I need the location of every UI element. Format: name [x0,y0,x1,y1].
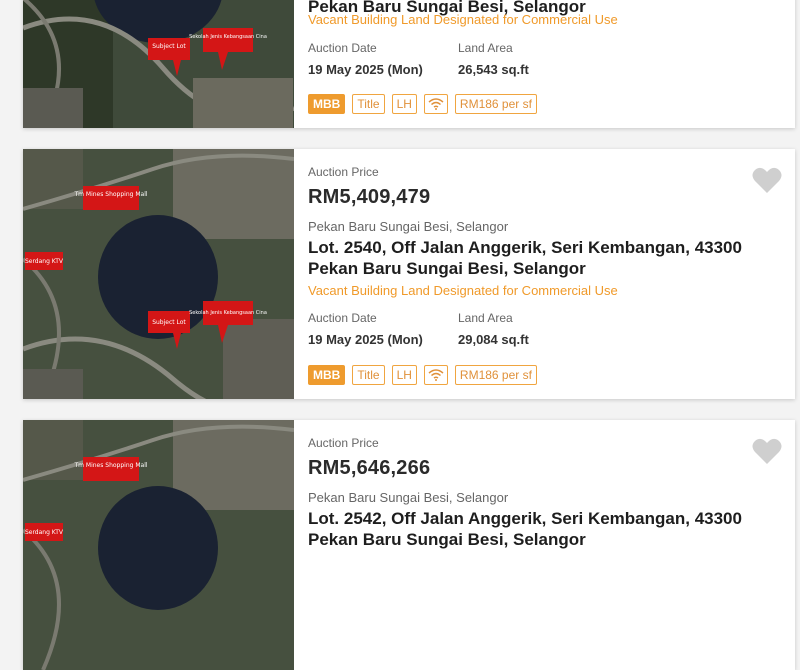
auction-date-label: Auction Date [308,41,377,55]
wifi-icon [423,365,448,385]
listing-tags: MBB Title LH RM186 per sf [308,94,537,114]
satellite-map-image: Tm Mines Shopping Mall Serdang KTV Subje… [23,149,294,399]
listing-card[interactable]: Tm Mines Shopping Mall Serdang KTV Subje… [23,149,795,399]
listing-location: Pekan Baru Sungai Besi, Selangor [308,219,509,234]
auction-price-label: Auction Price [308,436,379,450]
listing-card[interactable]: Subject Lot Sekolah Jenis Kebangsaan Cin… [23,0,795,128]
heart-icon[interactable] [752,166,782,194]
map-label-school: Sekolah Jenis Kebangsaan Cina [189,34,267,40]
land-area-value: 29,084 sq.ft [458,332,529,347]
listing-title[interactable]: Lot. 2540, Off Jalan Anggerik, Seri Kemb… [308,237,778,279]
listing-thumbnail[interactable]: Tm Mines Shopping Mall Serdang KTV Subje… [23,149,294,399]
listing-thumbnail[interactable]: Subject Lot Sekolah Jenis Kebangsaan Cin… [23,0,294,128]
auction-price: RM5,409,479 [308,186,431,208]
satellite-map-image: Tm Mines Shopping Mall Serdang KTV [23,420,294,670]
auction-date-value: 19 May 2025 (Mon) [308,332,423,347]
listing-category: Vacant Building Land Designated for Comm… [308,12,618,27]
bank-tag: MBB [308,365,346,385]
listing-tags: MBB Title LH RM186 per sf [308,365,537,385]
map-label-mall: Tm Mines Shopping Mall [73,462,147,469]
listing-title[interactable]: Lot. 2542, Off Jalan Anggerik, Seri Kemb… [308,508,778,550]
auction-price: RM5,646,266 [308,457,431,479]
heart-icon[interactable] [752,437,782,465]
tenure-tag: LH [391,94,417,114]
map-label-ktv: Serdang KTV [25,258,64,265]
title-tag: Title [352,94,385,114]
listing-category: Vacant Building Land Designated for Comm… [308,283,618,298]
land-area-label: Land Area [458,311,513,325]
map-label-subject: Subject Lot [152,319,186,326]
land-area-value: 26,543 sq.ft [458,62,529,77]
satellite-map-image: Subject Lot Sekolah Jenis Kebangsaan Cin… [23,0,294,128]
wifi-icon [423,94,448,114]
auction-date-value: 19 May 2025 (Mon) [308,62,423,77]
map-label-subject: Subject Lot [152,43,186,50]
rate-tag: RM186 per sf [454,94,537,114]
listing-location: Pekan Baru Sungai Besi, Selangor [308,490,509,505]
auction-price-label: Auction Price [308,165,379,179]
map-label-school: Sekolah Jenis Kebangsaan Cina [189,310,267,316]
tenure-tag: LH [391,365,417,385]
map-label-ktv: Serdang KTV [25,529,64,536]
bank-tag: MBB [308,94,346,114]
map-label-mall: Tm Mines Shopping Mall [73,191,147,198]
listing-card[interactable]: Tm Mines Shopping Mall Serdang KTV Aucti… [23,420,795,670]
auction-date-label: Auction Date [308,311,377,325]
rate-tag: RM186 per sf [454,365,537,385]
listing-thumbnail[interactable]: Tm Mines Shopping Mall Serdang KTV [23,420,294,670]
land-area-label: Land Area [458,41,513,55]
title-tag: Title [352,365,385,385]
